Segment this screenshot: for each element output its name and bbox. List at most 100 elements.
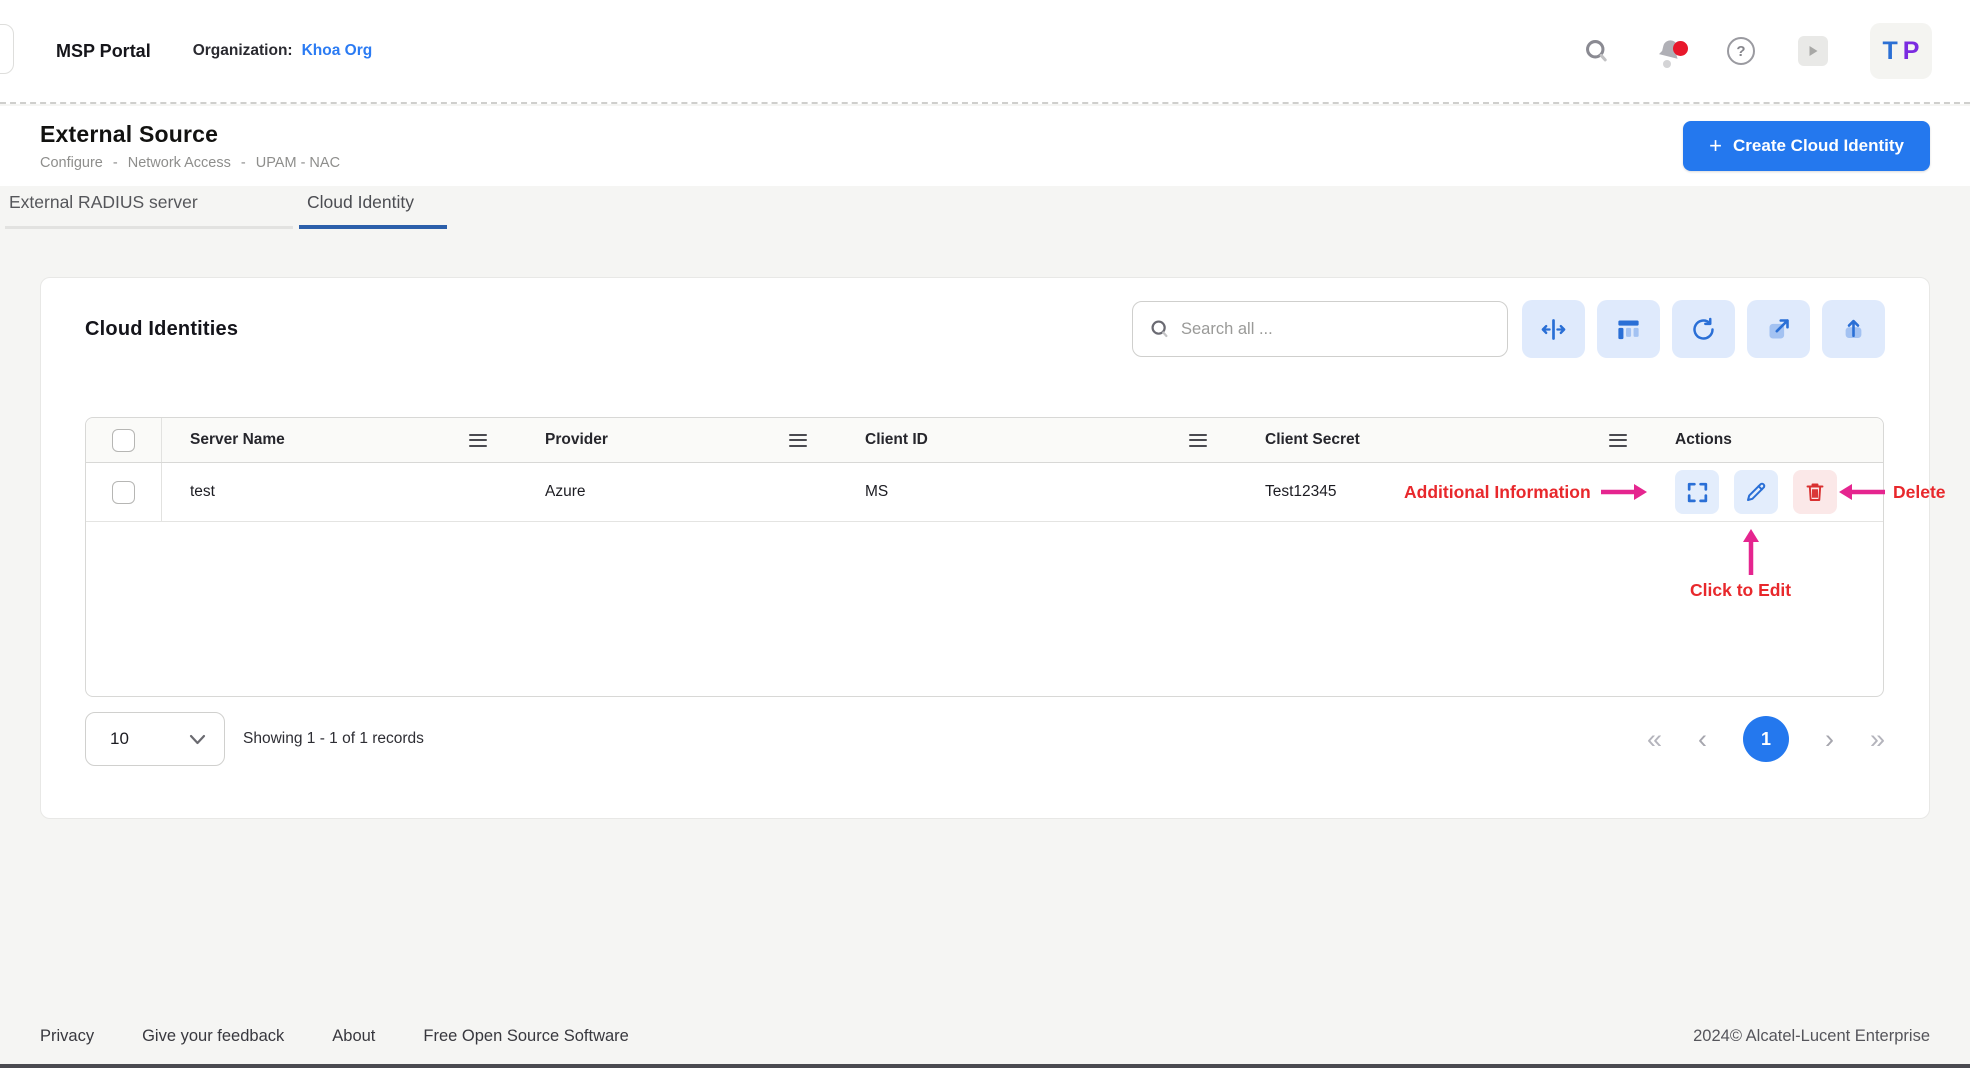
column-client-secret: Client Secret [1237,418,1657,462]
last-page-button[interactable]: » [1870,726,1885,753]
column-menu-icon[interactable] [1609,434,1627,447]
avatar-initial-second: P [1903,37,1920,66]
tab-cloud-identity[interactable]: Cloud Identity [299,192,447,229]
columns-button[interactable] [1597,300,1660,358]
current-page-button[interactable]: 1 [1743,716,1789,762]
annotation-additional-information: Additional Information [1404,470,1648,514]
annotation-delete: Delete [1838,470,1946,514]
create-cloud-identity-button[interactable]: + Create Cloud Identity [1683,121,1930,171]
column-label: Actions [1675,431,1732,449]
export-upload-button[interactable] [1822,300,1885,358]
page-title-block: External Source Configure - Network Acce… [40,121,340,171]
header-checkbox-cell [86,418,162,462]
breadcrumb-item[interactable]: Network Access [128,155,231,171]
fit-columns-button[interactable] [1522,300,1585,358]
records-summary: Showing 1 - 1 of 1 records [243,730,424,748]
cell-server-name: test [190,483,215,501]
annotation-text: Delete [1893,482,1946,503]
plus-icon: + [1709,135,1722,157]
cell-provider: Azure [545,483,586,501]
cloud-identities-card: Cloud Identities [40,277,1930,819]
footer: Privacy Give your feedback About Free Op… [0,1008,1970,1064]
table-toolbar [1522,300,1885,358]
trash-icon [1803,480,1827,504]
column-menu-icon[interactable] [469,434,487,447]
pager-controls: « ‹ 1 › » [1647,716,1885,762]
column-menu-icon[interactable] [1189,434,1207,447]
additional-information-button[interactable] [1675,470,1719,514]
sidebar-toggle[interactable] [0,24,14,74]
column-actions: Actions [1657,418,1883,462]
refresh-icon [1690,316,1717,343]
footer-link-feedback[interactable]: Give your feedback [142,1027,284,1046]
edit-button[interactable] [1734,470,1778,514]
delete-button[interactable] [1793,470,1837,514]
annotation-text: Click to Edit [1690,580,1791,601]
row-checkbox[interactable] [112,481,135,504]
user-avatar[interactable]: T P [1870,23,1932,79]
notifications-bell-icon[interactable] [1654,36,1684,66]
column-provider: Provider [517,418,837,462]
row-checkbox-cell [86,463,162,521]
organization-name-link[interactable]: Khoa Org [302,42,373,60]
tour-play-icon[interactable] [1798,36,1828,66]
page-size-select[interactable]: 10 [85,712,225,766]
header-actions: ? T P [1582,23,1932,79]
table-header-row: Server Name Provider Client ID Client Se… [86,418,1883,463]
notification-badge [1673,41,1688,56]
search-input[interactable] [1181,320,1491,339]
breadcrumb: Configure - Network Access - UPAM - NAC [40,155,340,171]
cell-client-secret: Test12345 [1265,483,1337,501]
search-icon[interactable] [1582,36,1612,66]
bell-clapper [1663,60,1671,68]
help-icon[interactable]: ? [1726,36,1756,66]
previous-page-button[interactable]: ‹ [1698,726,1707,753]
page-header: External Source Configure - Network Acce… [0,106,1970,186]
copyright: 2024© Alcatel-Lucent Enterprise [1693,1027,1930,1046]
column-label: Client Secret [1265,431,1360,449]
breadcrumb-separator: - [241,155,246,171]
footer-link-foss[interactable]: Free Open Source Software [423,1027,628,1046]
select-all-checkbox[interactable] [112,429,135,452]
pagination-bar: 10 Showing 1 - 1 of 1 records « ‹ 1 › » [85,711,1885,767]
next-page-button[interactable]: › [1825,726,1834,753]
annotation-up-arrow [1741,528,1761,576]
breadcrumb-item[interactable]: UPAM - NAC [256,155,340,171]
breadcrumb-separator: - [113,155,118,171]
columns-icon [1615,316,1642,343]
tab-external-radius-server[interactable]: External RADIUS server [5,192,293,229]
arrow-up-icon [1741,528,1761,576]
refresh-button[interactable] [1672,300,1735,358]
footer-link-privacy[interactable]: Privacy [40,1027,94,1046]
annotation-click-to-edit: Click to Edit [1690,580,1791,601]
column-label: Client ID [865,431,928,449]
search-icon [1149,318,1171,340]
column-label: Provider [545,431,608,449]
card-title: Cloud Identities [85,318,238,341]
pencil-icon [1744,480,1768,504]
organization-label: Organization: [193,42,293,60]
column-label: Server Name [190,431,285,449]
organization: Organization: Khoa Org [193,42,373,60]
column-menu-icon[interactable] [789,434,807,447]
fit-columns-icon [1540,316,1567,343]
app-title: MSP Portal [56,41,151,62]
first-page-button[interactable]: « [1647,726,1662,753]
card-header: Cloud Identities [85,300,1885,358]
expand-icon [1685,480,1710,505]
arrow-left-icon [1838,483,1886,501]
cloud-identities-table: Server Name Provider Client ID Client Se… [85,417,1884,697]
footer-link-about[interactable]: About [332,1027,375,1046]
screen-bottom-edge [0,1064,1970,1068]
open-external-icon [1765,316,1792,343]
page-title: External Source [40,121,340,148]
breadcrumb-item[interactable]: Configure [40,155,103,171]
avatar-initial-first: T [1883,37,1898,66]
table-search [1132,301,1508,357]
create-button-label: Create Cloud Identity [1733,136,1904,156]
open-external-button[interactable] [1747,300,1810,358]
arrow-right-icon [1600,483,1648,501]
top-header: MSP Portal Organization: Khoa Org ? T [0,0,1970,104]
cell-client-id: MS [865,483,888,501]
tab-bar: External RADIUS server Cloud Identity [0,192,447,229]
